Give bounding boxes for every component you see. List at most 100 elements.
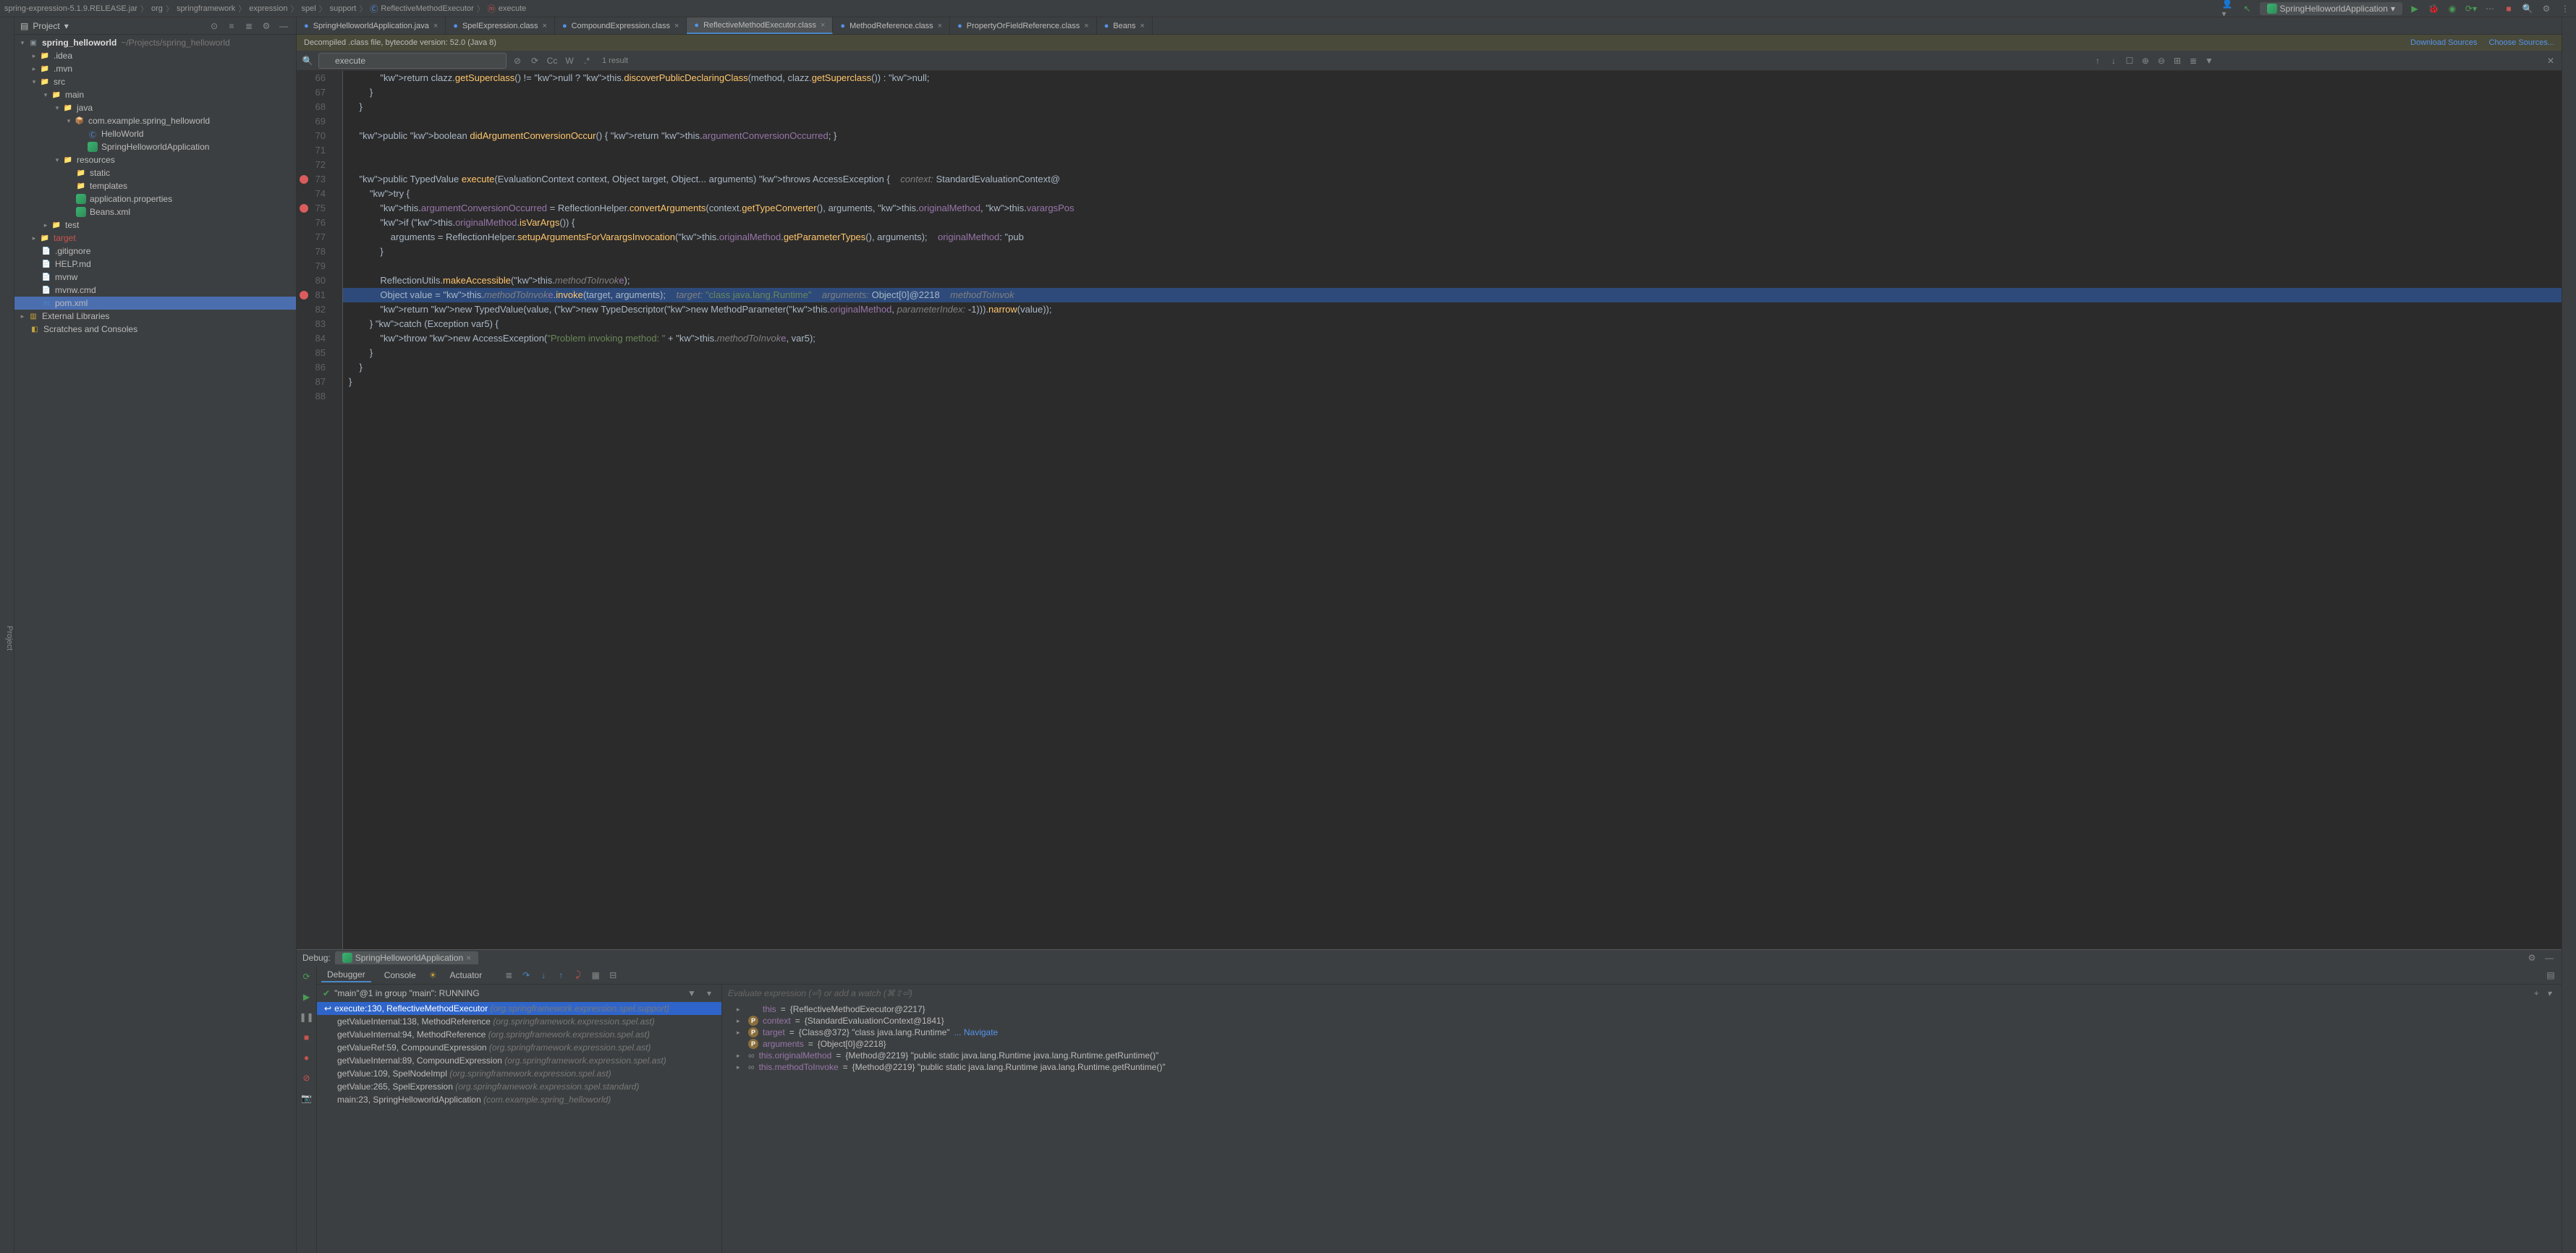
close-tab-icon[interactable]: ×: [674, 22, 679, 30]
code-line[interactable]: "kw">public "kw">boolean didArgumentConv…: [343, 129, 2562, 143]
code-line[interactable]: }: [343, 245, 2562, 259]
code-line[interactable]: [343, 158, 2562, 172]
crumb-expr[interactable]: expression: [249, 4, 287, 13]
tab-debugger[interactable]: Debugger: [321, 968, 371, 982]
stack-frame[interactable]: getValue:109, SpelNodeImpl (org.springfr…: [317, 1067, 721, 1080]
code-line[interactable]: }: [343, 100, 2562, 114]
more-icon[interactable]: ⋮: [2559, 2, 2572, 15]
tree-root[interactable]: ▾▣spring_helloworld~/Projects/spring_hel…: [14, 36, 296, 49]
debug-button[interactable]: 🐞: [2427, 2, 2440, 15]
tree-static[interactable]: 📁static: [14, 166, 296, 179]
close-tab-icon[interactable]: ×: [1140, 22, 1145, 30]
tree-templates[interactable]: 📁templates: [14, 179, 296, 192]
variable-item[interactable]: ▸Pcontext = {StandardEvaluationContext@1…: [722, 1015, 2562, 1027]
code-line[interactable]: "kw">throw "kw">new AccessException("Pro…: [343, 331, 2562, 346]
tree-test[interactable]: ▸📁test: [14, 218, 296, 232]
regex-icon[interactable]: .*: [580, 54, 593, 67]
watch-menu-icon[interactable]: ▾: [2543, 987, 2556, 1000]
eval-expr-icon[interactable]: ⊟: [606, 969, 619, 982]
tree-mvnwcmd[interactable]: 📄mvnw.cmd: [14, 284, 296, 297]
hide-debug-icon[interactable]: —: [2543, 951, 2556, 964]
right-tool-strip[interactable]: [2562, 17, 2576, 1253]
tree-help[interactable]: 📄HELP.md: [14, 258, 296, 271]
download-sources-link[interactable]: Download Sources: [2410, 38, 2477, 47]
resume-icon[interactable]: ▶: [300, 990, 313, 1003]
breadcrumb[interactable]: spring-expression-5.1.9.RELEASE.jar〉 org…: [4, 3, 2222, 14]
code-line[interactable]: arguments = ReflectionHelper.setupArgume…: [343, 230, 2562, 245]
stack-frame[interactable]: getValueInternal:138, MethodReference (o…: [317, 1015, 721, 1028]
editor-tab[interactable]: ●ReflectiveMethodExecutor.class×: [687, 17, 833, 34]
tree-idea[interactable]: ▸📁.idea: [14, 49, 296, 62]
tree-gitignore[interactable]: 📄.gitignore: [14, 245, 296, 258]
tree-mvn[interactable]: ▸📁.mvn: [14, 62, 296, 75]
filter-icon[interactable]: ▼: [2203, 54, 2216, 67]
crumb-support[interactable]: support: [330, 4, 357, 13]
words-icon[interactable]: W: [563, 54, 576, 67]
crumb-sf[interactable]: springframework: [177, 4, 235, 13]
tab-actuator[interactable]: Actuator: [444, 969, 488, 982]
history-icon[interactable]: ⟳: [528, 54, 541, 67]
code-line[interactable]: "kw">if ("kw">this.originalMethod.isVarA…: [343, 216, 2562, 230]
tab-console[interactable]: Console: [378, 969, 422, 982]
eval-expression-input[interactable]: Evaluate expression (⏎) or add a watch (…: [722, 985, 2562, 1002]
layout-icon[interactable]: ▤: [2544, 969, 2557, 982]
stack-frame[interactable]: getValueInternal:94, MethodReference (or…: [317, 1028, 721, 1041]
crumb-method[interactable]: execute: [499, 4, 527, 13]
close-tab-icon[interactable]: ×: [543, 22, 547, 30]
code-line[interactable]: }: [343, 360, 2562, 375]
stack-frame[interactable]: getValueRef:59, CompoundExpression (org.…: [317, 1041, 721, 1054]
select-opened-icon[interactable]: ⊙: [208, 20, 221, 33]
profile-button[interactable]: ⟳▾: [2465, 2, 2478, 15]
tree-mvnw[interactable]: 📄mvnw: [14, 271, 296, 284]
coverage-button[interactable]: ◉: [2446, 2, 2459, 15]
tree-resources[interactable]: ▾📁resources: [14, 153, 296, 166]
variable-item[interactable]: Parguments = {Object[0]@2218}: [722, 1038, 2562, 1050]
code-line[interactable]: "kw">return clazz.getSuperclass() != "kw…: [343, 71, 2562, 85]
tree-pkg[interactable]: ▾📦com.example.spring_helloworld: [14, 114, 296, 127]
close-debug-tab-icon[interactable]: ×: [466, 953, 471, 963]
close-tab-icon[interactable]: ×: [1084, 22, 1088, 30]
project-tree[interactable]: ▾▣spring_helloworld~/Projects/spring_hel…: [14, 35, 296, 1253]
attach-button[interactable]: ⋯: [2483, 2, 2496, 15]
close-search-icon[interactable]: ✕: [2544, 54, 2557, 67]
add-watch-icon[interactable]: +: [2530, 987, 2543, 1000]
rerun-icon[interactable]: ⟳: [300, 970, 313, 983]
close-tab-icon[interactable]: ×: [938, 22, 942, 30]
filter-frames-icon[interactable]: ▼: [685, 987, 698, 1000]
tree-extlib[interactable]: ▸▥External Libraries: [14, 310, 296, 323]
editor-tab[interactable]: ●SpringHelloworldApplication.java×: [297, 17, 446, 34]
thread-label[interactable]: "main"@1 in group "main": RUNNING: [334, 988, 480, 998]
find-input[interactable]: [318, 53, 507, 69]
stop-button[interactable]: ■: [2502, 2, 2515, 15]
code-line[interactable]: ReflectionUtils.makeAccessible("kw">this…: [343, 273, 2562, 288]
variable-item[interactable]: ▸this = {ReflectiveMethodExecutor@2217}: [722, 1003, 2562, 1015]
prev-match-icon[interactable]: ↑: [2091, 54, 2104, 67]
code-editor[interactable]: 6667686970717273747576777879808182838485…: [297, 71, 2562, 949]
editor-tab[interactable]: ●MethodReference.class×: [833, 17, 950, 34]
close-tab-icon[interactable]: ×: [433, 22, 438, 30]
variable-item[interactable]: ▸∞this.methodToInvoke = {Method@2219} "p…: [722, 1061, 2562, 1073]
close-tab-icon[interactable]: ×: [821, 21, 825, 30]
variable-item[interactable]: ▸Ptarget = {Class@372} "class java.lang.…: [722, 1027, 2562, 1038]
variables-list[interactable]: ▸this = {ReflectiveMethodExecutor@2217}▸…: [722, 1002, 2562, 1253]
frames-menu-icon[interactable]: ▾: [703, 987, 716, 1000]
settings-icon[interactable]: ⚙: [2540, 2, 2553, 15]
code-line[interactable]: [343, 259, 2562, 273]
clear-search-icon[interactable]: ⊘: [511, 54, 524, 67]
next-match-icon[interactable]: ↓: [2107, 54, 2120, 67]
tree-src[interactable]: ▾📁src: [14, 75, 296, 88]
pause-icon[interactable]: ❚❚: [300, 1011, 313, 1024]
code-line[interactable]: [343, 143, 2562, 158]
add-selection-icon[interactable]: ⊕: [2139, 54, 2152, 67]
hide-panel-icon[interactable]: —: [277, 20, 290, 33]
breakpoints-icon[interactable]: ●: [300, 1051, 313, 1064]
step-into-icon[interactable]: ↓: [537, 969, 550, 982]
chevron-down-icon[interactable]: ▾: [64, 21, 69, 31]
tree-beans[interactable]: Beans.xml: [14, 205, 296, 218]
stack-frame[interactable]: main:23, SpringHelloworldApplication (co…: [317, 1093, 721, 1106]
editor-tab[interactable]: ●CompoundExpression.class×: [555, 17, 687, 34]
crumb-spel[interactable]: spel: [301, 4, 315, 13]
step-over-icon[interactable]: ↷: [520, 969, 533, 982]
tree-main[interactable]: ▾📁main: [14, 88, 296, 101]
editor-tab[interactable]: ●PropertyOrFieldReference.class×: [950, 17, 1097, 34]
